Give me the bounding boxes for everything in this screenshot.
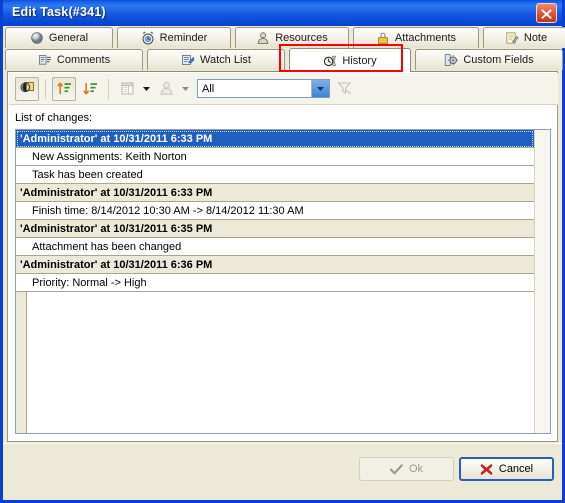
user-filter-button[interactable] bbox=[154, 77, 178, 101]
history-filter-combo[interactable]: All bbox=[197, 79, 330, 98]
row-text: Task has been created bbox=[32, 168, 143, 181]
tab-custom-fields-label: Custom Fields bbox=[463, 54, 534, 66]
tab-comments[interactable]: Comments bbox=[5, 49, 143, 70]
window-overlay-icon bbox=[19, 82, 34, 93]
cancel-button-label: Cancel bbox=[498, 463, 534, 475]
row-text: 'Administrator' at 10/31/2011 6:33 PM bbox=[20, 132, 213, 145]
dialog-footer: Ok Cancel bbox=[3, 443, 562, 498]
history-list-scrollbar[interactable] bbox=[534, 130, 550, 433]
sphere-icon bbox=[31, 32, 43, 44]
tab-bar: General Reminder Resources Attachments N… bbox=[3, 26, 565, 72]
tab-general-label: General bbox=[48, 32, 89, 44]
tab-resources-label: Resources bbox=[275, 32, 328, 44]
tab-row-2: Comments Watch List History Custom Field… bbox=[3, 48, 563, 72]
tab-attachments-label: Attachments bbox=[394, 32, 457, 44]
tab-custom-fields[interactable]: Custom Fields bbox=[415, 49, 563, 70]
history-filter-value: All bbox=[202, 82, 215, 95]
tab-watch-list[interactable]: Watch List bbox=[147, 49, 285, 70]
history-listbox[interactable]: 'Administrator' at 10/31/2011 6:33 PM New… bbox=[15, 129, 551, 434]
chevron-down-icon bbox=[182, 87, 189, 91]
watch-list-icon bbox=[182, 55, 195, 65]
toggle-view-button[interactable] bbox=[15, 76, 39, 101]
columns-dropdown-caret[interactable] bbox=[141, 77, 152, 101]
history-group-row[interactable]: 'Administrator' at 10/31/2011 6:33 PM bbox=[16, 184, 534, 202]
window-title: Edit Task(#341) bbox=[12, 5, 106, 19]
person-icon bbox=[257, 32, 269, 44]
history-list-inner: 'Administrator' at 10/31/2011 6:33 PM New… bbox=[16, 130, 535, 433]
window-titlebar: Edit Task(#341) bbox=[3, 0, 562, 27]
comments-icon bbox=[38, 55, 51, 65]
check-icon bbox=[389, 463, 403, 474]
tab-attachments[interactable]: Attachments bbox=[353, 27, 479, 48]
edit-task-window: Edit Task(#341) General Reminder Resourc… bbox=[0, 0, 565, 503]
history-group-row[interactable]: 'Administrator' at 10/31/2011 6:33 PM bbox=[16, 130, 534, 148]
row-text: Finish time: 8/14/2012 10:30 AM -> 8/14/… bbox=[32, 204, 304, 217]
sort-descending-icon bbox=[82, 83, 97, 95]
tab-resources[interactable]: Resources bbox=[235, 27, 349, 48]
user-filter-dropdown-caret[interactable] bbox=[180, 77, 191, 101]
history-change-row[interactable]: Attachment has been changed bbox=[16, 238, 534, 256]
history-rows: 'Administrator' at 10/31/2011 6:33 PM New… bbox=[16, 130, 534, 292]
tab-reminder-label: Reminder bbox=[159, 32, 208, 44]
history-change-row[interactable]: Finish time: 8/14/2012 10:30 AM -> 8/14/… bbox=[16, 202, 534, 220]
columns-button[interactable] bbox=[115, 77, 139, 101]
window-client-area: General Reminder Resources Attachments N… bbox=[3, 26, 565, 498]
row-text: New Assignments: Keith Norton bbox=[32, 150, 187, 163]
tab-row-1: General Reminder Resources Attachments N… bbox=[3, 26, 565, 49]
close-button[interactable] bbox=[536, 3, 557, 23]
history-clock-icon bbox=[324, 55, 337, 66]
columns-icon bbox=[121, 82, 133, 95]
history-group-row[interactable]: 'Administrator' at 10/31/2011 6:35 PM bbox=[16, 220, 534, 238]
cancel-button[interactable]: Cancel bbox=[459, 457, 554, 481]
tab-history-label: History bbox=[342, 54, 377, 67]
history-list-empty-area bbox=[16, 292, 534, 432]
tab-reminder[interactable]: Reminder bbox=[117, 27, 231, 48]
tab-note[interactable]: Note bbox=[483, 27, 565, 48]
gear-icon bbox=[445, 54, 459, 66]
tab-comments-label: Comments bbox=[56, 54, 111, 66]
row-text: Priority: Normal -> High bbox=[32, 276, 147, 289]
tab-general[interactable]: General bbox=[5, 27, 113, 48]
row-text: 'Administrator' at 10/31/2011 6:36 PM bbox=[20, 258, 213, 271]
row-text: 'Administrator' at 10/31/2011 6:35 PM bbox=[20, 222, 213, 235]
history-group-row[interactable]: 'Administrator' at 10/31/2011 6:36 PM bbox=[16, 256, 534, 274]
sort-ascending-button[interactable] bbox=[52, 76, 76, 101]
list-of-changes-label: List of changes: bbox=[15, 112, 93, 124]
filter-funnel-button[interactable] bbox=[332, 77, 356, 101]
person-icon bbox=[159, 81, 173, 95]
history-filter-arrow[interactable] bbox=[311, 80, 329, 97]
sort-descending-button[interactable] bbox=[78, 77, 102, 101]
tab-note-label: Note bbox=[523, 32, 548, 44]
note-pen-icon bbox=[506, 32, 519, 44]
history-change-row[interactable]: Task has been created bbox=[16, 166, 534, 184]
alarm-clock-icon bbox=[142, 31, 154, 45]
history-toolbar: All bbox=[9, 73, 558, 105]
paperclip-icon bbox=[378, 32, 388, 44]
history-panel: All List of changes: 'Administrator' at … bbox=[7, 71, 558, 442]
row-text: Attachment has been changed bbox=[32, 240, 182, 253]
toolbar-separator-2 bbox=[108, 78, 109, 99]
close-icon bbox=[541, 9, 552, 19]
chevron-down-icon bbox=[143, 87, 150, 91]
ok-button[interactable]: Ok bbox=[359, 457, 454, 481]
tab-watch-list-label: Watch List bbox=[200, 54, 251, 66]
funnel-icon bbox=[336, 82, 351, 95]
row-text: 'Administrator' at 10/31/2011 6:33 PM bbox=[20, 186, 213, 199]
history-change-row[interactable]: Priority: Normal -> High bbox=[16, 274, 534, 292]
x-red-icon bbox=[480, 463, 493, 475]
history-change-row[interactable]: New Assignments: Keith Norton bbox=[16, 148, 534, 166]
tab-history[interactable]: History bbox=[289, 48, 411, 72]
toolbar-separator-1 bbox=[45, 78, 46, 99]
ok-button-label: Ok bbox=[408, 463, 424, 475]
sort-ascending-icon bbox=[56, 82, 71, 94]
chevron-down-icon bbox=[317, 87, 324, 91]
